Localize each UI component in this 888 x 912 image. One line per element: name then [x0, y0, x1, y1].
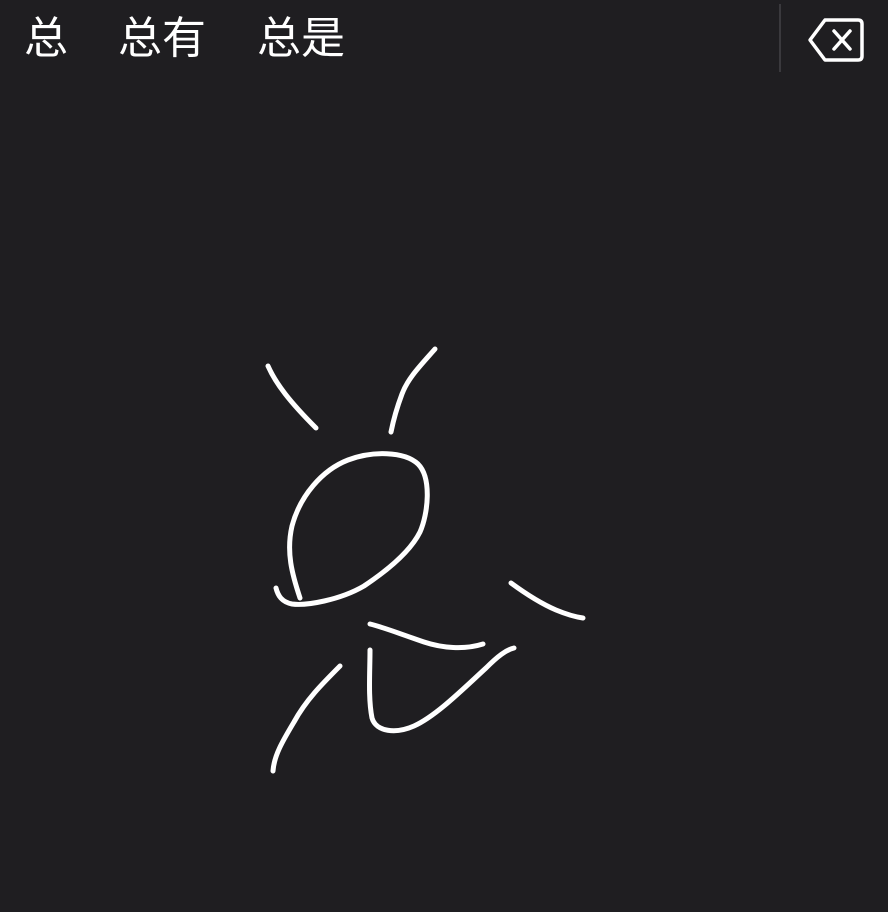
- backspace-icon: [808, 18, 864, 62]
- delete-button[interactable]: [806, 14, 868, 66]
- ink-stroke: [273, 451, 430, 607]
- candidate-bar: 总 总有 总是: [0, 0, 888, 78]
- candidate-word[interactable]: 总: [24, 10, 68, 68]
- candidate-word[interactable]: 总有: [118, 10, 206, 68]
- handwriting-canvas[interactable]: [0, 78, 888, 912]
- ink-stroke: [388, 346, 438, 435]
- ink-stroke: [508, 580, 586, 621]
- ink-stroke: [265, 363, 319, 431]
- ink-stroke: [367, 621, 486, 651]
- ink-stroke: [270, 663, 343, 774]
- candidate-word[interactable]: 总是: [257, 10, 345, 68]
- handwriting-keyboard: 总 总有 总是: [0, 0, 888, 912]
- ink-stroke: [367, 645, 517, 734]
- handwriting-strokes: [265, 346, 586, 774]
- candidate-divider: [779, 4, 781, 72]
